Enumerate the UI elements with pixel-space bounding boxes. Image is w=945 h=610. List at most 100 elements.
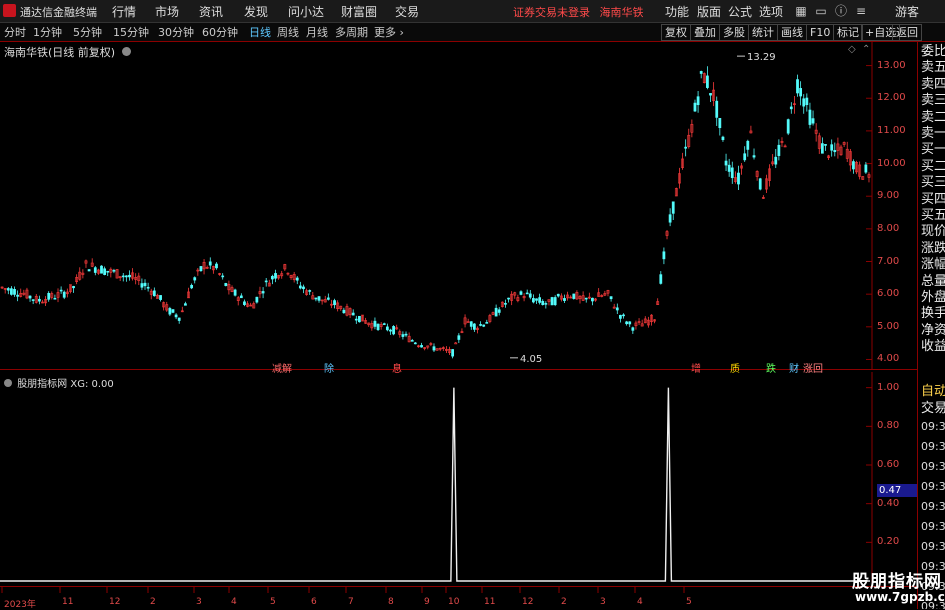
candle	[84, 259, 88, 268]
candle	[72, 285, 75, 293]
candle	[230, 285, 234, 293]
menu-market[interactable]: 市场	[155, 3, 179, 20]
notice-stock: 海南华铁	[599, 6, 644, 19]
overlay-button[interactable]: 叠加	[690, 24, 720, 41]
kline-chart[interactable]: 13.29 4.05	[0, 42, 917, 370]
event-marker-7[interactable]: 涨回	[803, 360, 823, 375]
adjust-button[interactable]: 复权	[661, 24, 691, 41]
menu-wealth[interactable]: 财富圈	[341, 3, 377, 20]
mark-button[interactable]: 标记	[833, 24, 863, 41]
candle	[469, 321, 473, 330]
grid-icon[interactable]: ▦	[792, 2, 810, 20]
candle	[90, 258, 94, 268]
period-15min[interactable]: 15分钟	[113, 24, 149, 40]
stats-button[interactable]: 统计	[748, 24, 778, 41]
low-price-label: 4.05	[520, 354, 542, 365]
candle	[830, 139, 834, 157]
trade-login-notice[interactable]: 证券交易未登录 海南华铁	[513, 4, 644, 20]
candle	[696, 90, 700, 113]
menu-formula[interactable]: 公式	[728, 3, 752, 20]
candle	[733, 171, 737, 184]
menu-icon[interactable]: ≡	[852, 2, 870, 20]
candle	[867, 172, 871, 183]
candle	[19, 288, 23, 298]
period-5min[interactable]: 5分钟	[73, 24, 102, 40]
candle	[532, 294, 535, 304]
menu-quotes[interactable]: 行情	[112, 3, 136, 20]
period-intraday[interactable]: 分时	[4, 24, 26, 40]
candle	[398, 329, 402, 338]
candle	[62, 290, 66, 300]
indicator-y-tick: 0.60	[877, 459, 900, 470]
event-marker-0[interactable]: 减解	[272, 360, 292, 375]
period-weekly[interactable]: 周线	[277, 24, 299, 40]
menu-ask[interactable]: 问小达	[288, 3, 324, 20]
candle	[758, 177, 762, 191]
candle	[504, 299, 507, 308]
side-label-4: 卖二	[921, 109, 945, 125]
candle	[674, 187, 678, 197]
candle	[510, 291, 514, 306]
event-marker-2[interactable]: 息	[392, 360, 402, 375]
guest-user[interactable]: 游客	[895, 3, 919, 20]
candle	[678, 167, 681, 189]
candle	[786, 118, 790, 136]
period-1min[interactable]: 1分钟	[33, 24, 62, 40]
period-60min[interactable]: 60分钟	[202, 24, 238, 40]
period-monthly[interactable]: 月线	[306, 24, 328, 40]
side-label-9: 买四	[921, 191, 945, 207]
chevron-up-icon[interactable]: ⌃	[862, 44, 870, 55]
event-marker-6[interactable]: 财	[789, 360, 799, 375]
candle	[215, 262, 218, 270]
multi-stock-button[interactable]: 多股	[719, 24, 749, 41]
back-button[interactable]: 返回	[892, 24, 922, 41]
candle	[827, 154, 830, 160]
period-daily[interactable]: 日线	[249, 24, 271, 40]
event-marker-1[interactable]: 除	[324, 360, 334, 375]
draw-line-button[interactable]: 画线	[777, 24, 807, 41]
candle	[174, 313, 178, 320]
menu-discover[interactable]: 发现	[244, 3, 268, 20]
settings-circle-icon[interactable]	[121, 47, 131, 56]
menu-options[interactable]: 选项	[759, 3, 783, 20]
candle	[687, 128, 691, 149]
info-icon[interactable]: ⓘ	[832, 2, 850, 20]
period-30min[interactable]: 30分钟	[158, 24, 194, 40]
candle	[358, 315, 361, 323]
candle	[575, 290, 579, 300]
candle	[591, 297, 594, 306]
menu-function[interactable]: 功能	[665, 3, 689, 20]
candle	[699, 70, 703, 79]
candle	[600, 294, 604, 298]
chat-icon[interactable]: ▭	[812, 2, 830, 20]
side-label-2: 卖四	[921, 76, 945, 92]
menu-layout[interactable]: 版面	[697, 3, 721, 20]
diamond-icon[interactable]: ◇	[848, 44, 856, 55]
candle	[783, 144, 787, 148]
candle	[149, 288, 153, 300]
candle	[702, 72, 706, 84]
candle	[159, 295, 162, 302]
candle	[839, 144, 843, 156]
candle	[765, 174, 768, 193]
candle	[715, 96, 719, 126]
f10-button[interactable]: F10	[806, 24, 835, 41]
period-more[interactable]: 更多 ›	[374, 24, 404, 40]
event-marker-4[interactable]: 质	[730, 360, 740, 375]
candle	[333, 298, 336, 309]
indicator-circle-icon[interactable]	[4, 379, 12, 387]
candle	[805, 93, 809, 112]
period-multi[interactable]: 多周期	[335, 24, 368, 40]
event-marker-5[interactable]: 跌	[766, 360, 776, 375]
candle	[258, 286, 262, 299]
candle	[345, 303, 349, 317]
event-marker-3[interactable]: 增	[691, 360, 701, 375]
menu-news[interactable]: 资讯	[199, 3, 223, 20]
candle	[143, 279, 147, 290]
candle	[87, 269, 91, 272]
candle	[376, 323, 380, 332]
indicator-chart[interactable]	[0, 372, 917, 587]
menu-trade[interactable]: 交易	[395, 3, 419, 20]
side-label-13: 涨幅	[921, 257, 945, 273]
candle	[761, 195, 765, 199]
